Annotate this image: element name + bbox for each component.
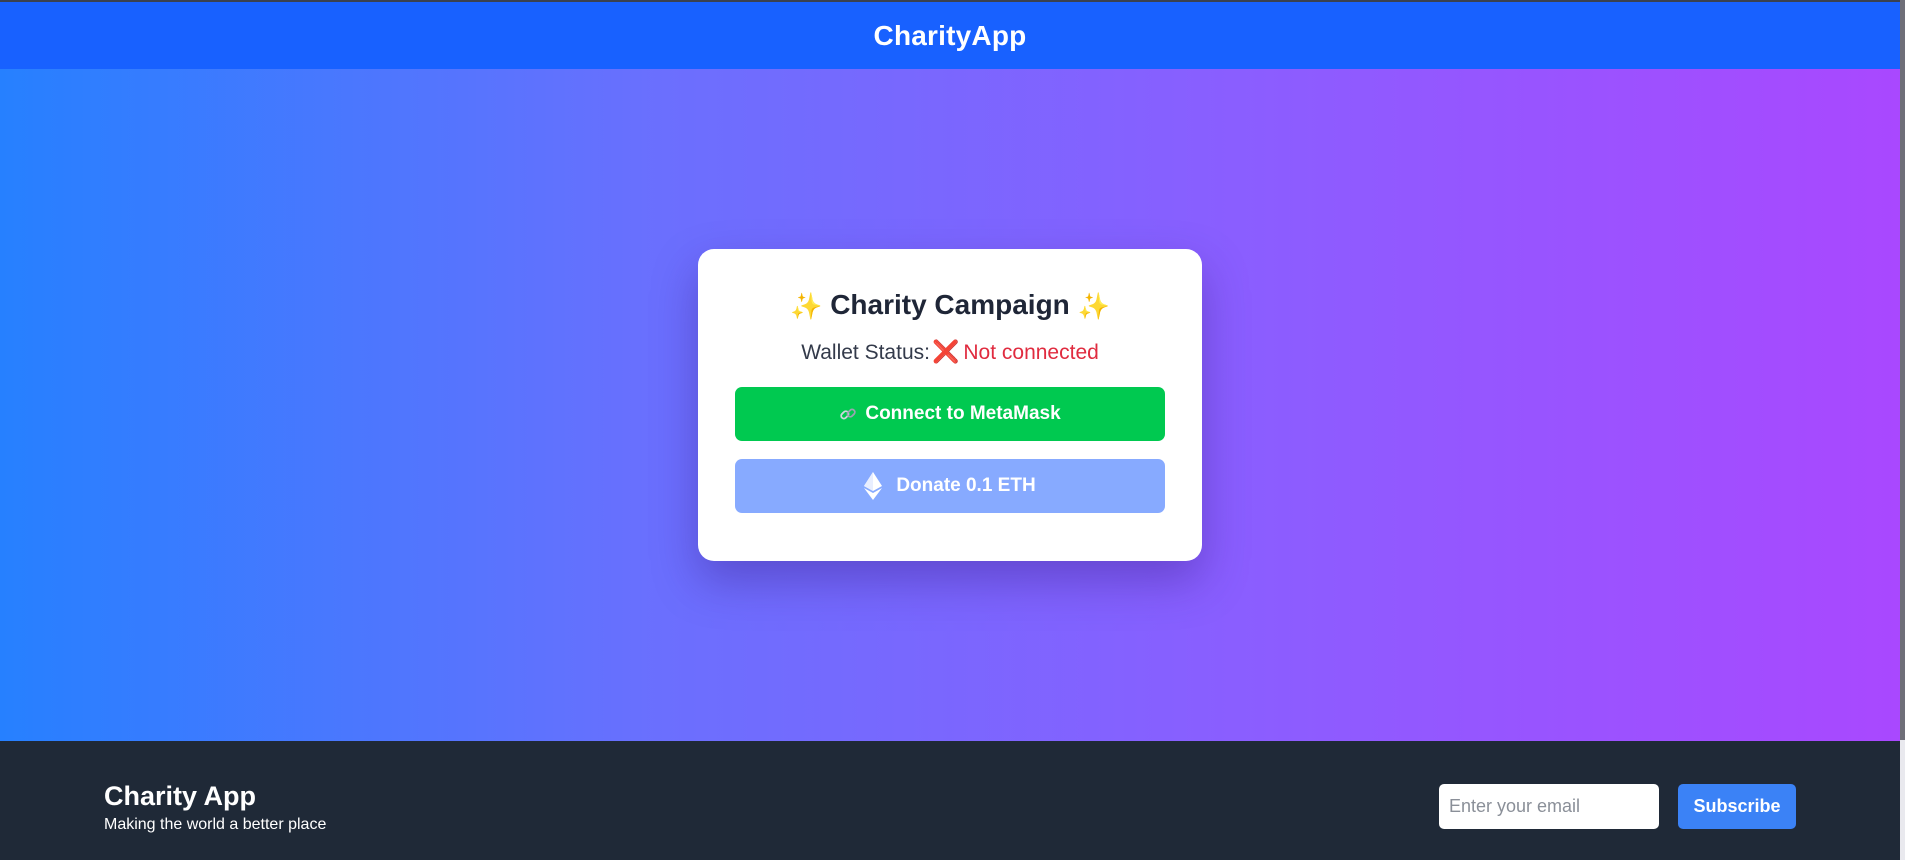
card-title-text: Charity Campaign: [830, 289, 1070, 320]
link-icon: [840, 408, 857, 420]
scrollbar-thumb[interactable]: [1900, 0, 1905, 740]
sparkles-icon: ✨: [790, 291, 823, 321]
campaign-card: ✨ Charity Campaign ✨ Wallet Status:❌ Not …: [698, 249, 1202, 561]
subscribe-button[interactable]: Subscribe: [1678, 784, 1796, 829]
page: CharityApp ✨ Charity Campaign ✨ Wallet S…: [0, 0, 1905, 860]
connect-button-label: Connect to MetaMask: [865, 403, 1061, 424]
top-navbar: CharityApp: [0, 0, 1900, 69]
donate-button-label: Donate 0.1 ETH: [896, 475, 1036, 496]
email-input[interactable]: [1439, 784, 1659, 829]
donate-button[interactable]: Donate 0.1 ETH: [735, 459, 1165, 513]
footer: Charity App Making the world a better pl…: [0, 741, 1900, 860]
footer-brand: Charity App: [104, 781, 257, 811]
ethereum-icon: [864, 472, 883, 500]
connect-metamask-button[interactable]: Connect to MetaMask: [735, 387, 1165, 441]
footer-tagline: Making the world a better place: [104, 816, 327, 833]
sparkles-icon: ✨: [1077, 291, 1110, 321]
card-title: ✨ Charity Campaign ✨: [735, 287, 1165, 323]
app-title: CharityApp: [873, 19, 1027, 51]
wallet-status: Wallet Status:❌ Not connected: [735, 337, 1165, 367]
cross-mark-icon: ❌: [931, 339, 960, 364]
wallet-status-label: Wallet Status:: [801, 341, 930, 364]
wallet-status-value: Not connected: [963, 341, 1099, 364]
